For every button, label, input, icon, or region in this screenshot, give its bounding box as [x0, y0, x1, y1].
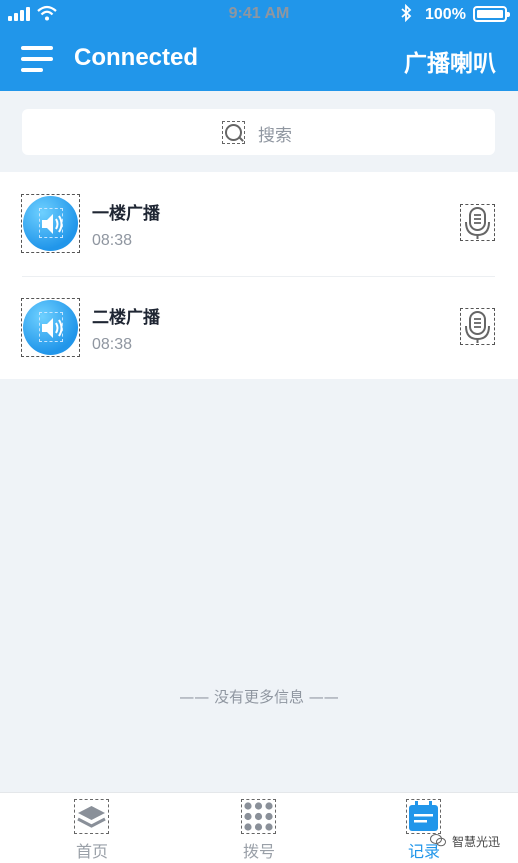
- search-icon: [222, 121, 245, 144]
- microphone-icon[interactable]: [460, 204, 495, 241]
- battery-percentage: 100%: [425, 6, 466, 23]
- status-bar: 9:41 AM 100%: [0, 0, 518, 28]
- bluetooth-icon: [401, 4, 412, 22]
- avatar: [21, 194, 80, 253]
- broadcast-name: 二楼广播: [92, 308, 160, 328]
- tab-label: 首页: [75, 842, 108, 861]
- search-section: 搜索: [0, 91, 518, 171]
- broadcast-list: 一楼广播 08:38 二楼广播 08:38: [0, 172, 518, 379]
- broadcast-name: 一楼广播: [92, 204, 160, 224]
- app-header: 9:41 AM 100% Connected 广播喇叭: [0, 0, 518, 91]
- list-item[interactable]: 一楼广播 08:38: [0, 172, 518, 277]
- dialpad-icon: [241, 799, 276, 834]
- speaker-icon: [39, 208, 63, 238]
- search-placeholder: 搜索: [258, 126, 292, 146]
- broadcast-time: 08:38: [92, 232, 133, 249]
- tab-bar: 首页 拨号 记录: [0, 792, 518, 863]
- avatar: [21, 298, 80, 357]
- wechat-icon: [430, 834, 446, 847]
- speaker-icon: [39, 312, 63, 342]
- records-icon: [406, 799, 441, 834]
- tab-home[interactable]: 首页: [32, 793, 152, 863]
- no-more-info-text: —— 没有更多信息 ——: [179, 688, 339, 706]
- list-item[interactable]: 二楼广播 08:38: [0, 276, 518, 380]
- menu-icon[interactable]: [21, 46, 53, 73]
- battery-icon: [473, 6, 510, 22]
- watermark-text: 智慧光迅: [452, 835, 501, 849]
- tab-dialpad[interactable]: 拨号: [199, 793, 319, 863]
- tab-label: 拨号: [242, 842, 275, 861]
- page-title: Connected: [74, 44, 199, 71]
- broadcast-time: 08:38: [92, 336, 133, 353]
- broadcast-speaker-title[interactable]: 广播喇叭: [404, 44, 496, 78]
- tab-records[interactable]: 记录: [364, 793, 484, 863]
- microphone-icon[interactable]: [460, 308, 495, 345]
- layers-icon: [74, 799, 109, 834]
- search-input[interactable]: 搜索: [22, 109, 495, 155]
